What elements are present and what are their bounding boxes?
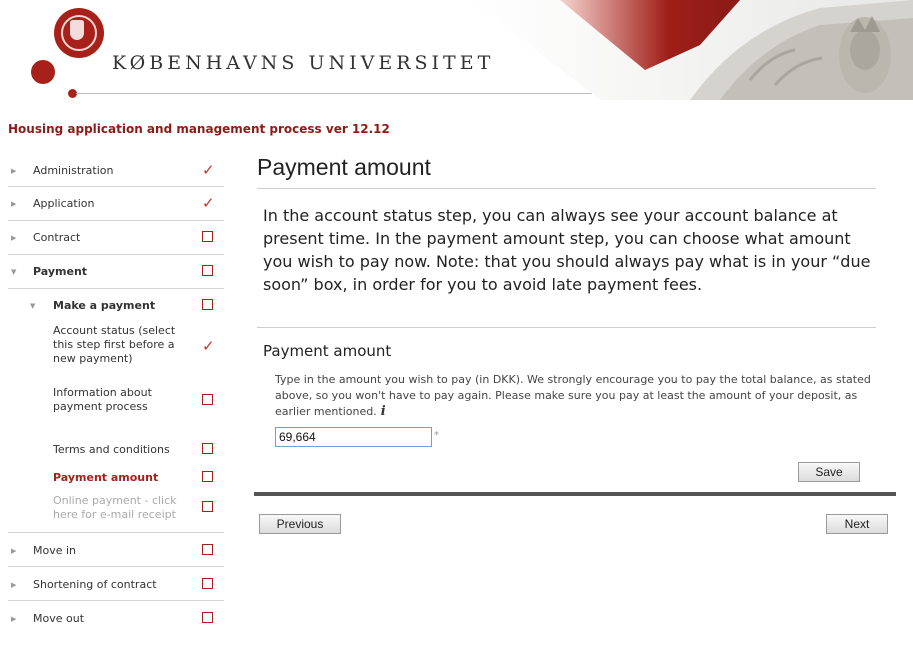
amount-help-text: Type in the amount you wish to pay (in D… <box>275 372 875 420</box>
chevron-right-icon: ▶ <box>11 547 17 555</box>
chevron-down-icon: ▼ <box>30 302 36 310</box>
payment-amount-input[interactable] <box>275 427 432 447</box>
sidebar-item-label: Administration <box>33 164 114 177</box>
empty-checkbox-icon <box>202 544 216 558</box>
university-name: KØBENHAVNS UNIVERSITET <box>112 52 495 74</box>
checkmark-icon: ✓ <box>202 194 215 212</box>
sidebar-item-move-out[interactable]: ▶ Move out <box>8 601 224 631</box>
empty-checkbox-icon <box>202 443 216 457</box>
sidebar-item-payment-amount[interactable]: Payment amount <box>8 468 224 489</box>
empty-checkbox-icon <box>202 471 216 485</box>
chevron-right-icon: ▶ <box>11 167 17 175</box>
decorative-dot-large <box>31 60 55 84</box>
checkmark-icon: ✓ <box>202 337 215 355</box>
sidebar-item-contract[interactable]: ▶ Contract <box>8 221 224 255</box>
sidebar-item-shortening-of-contract[interactable]: ▶ Shortening of contract <box>8 567 224 601</box>
sidebar-item-payment[interactable]: ▼ Payment <box>8 255 224 289</box>
sidebar-item-make-a-payment[interactable]: ▼ Make a payment <box>8 289 224 322</box>
empty-checkbox-icon <box>202 612 216 626</box>
sidebar-item-move-in[interactable]: ▶ Move in <box>8 533 224 567</box>
sidebar-item-label: Contract <box>33 231 81 244</box>
sidebar-item-label: Make a payment <box>53 299 156 312</box>
chevron-right-icon: ▶ <box>11 234 17 242</box>
info-icon[interactable]: i <box>381 404 386 419</box>
intro-text: In the account status step, you can alwa… <box>263 206 871 294</box>
checkmark-icon: ✓ <box>202 161 215 179</box>
sidebar-item-label: Payment amount <box>53 471 159 484</box>
next-button[interactable]: Next <box>826 514 888 534</box>
save-button[interactable]: Save <box>798 462 860 482</box>
title-divider <box>257 188 876 189</box>
sidebar-item-application[interactable]: ▶ Application ✓ <box>8 187 224 221</box>
chevron-down-icon: ▼ <box>11 268 17 276</box>
header: KØBENHAVNS UNIVERSITET <box>0 0 913 112</box>
page-title: Payment amount <box>257 154 431 180</box>
sidebar-item-label: Application <box>33 197 95 210</box>
sidebar-item-label: Payment <box>33 265 88 278</box>
intro-divider <box>257 327 876 328</box>
sidebar-nav: ▶ Administration ✓ ▶ Application ✓ ▶ Con… <box>8 154 224 631</box>
empty-checkbox-icon <box>202 265 216 279</box>
sidebar-item-label: Shortening of contract <box>33 578 157 591</box>
chevron-right-icon: ▶ <box>11 581 17 589</box>
sidebar-item-label: Move out <box>33 612 85 625</box>
previous-button[interactable]: Previous <box>259 514 341 534</box>
chevron-right-icon: ▶ <box>11 615 17 623</box>
chevron-right-icon: ▶ <box>11 200 17 208</box>
process-title: Housing application and management proce… <box>8 122 390 136</box>
empty-checkbox-icon <box>202 231 216 245</box>
amount-help-label: Type in the amount you wish to pay (in D… <box>275 373 871 418</box>
sidebar-item-account-status[interactable]: Account status (select this step first b… <box>8 322 224 378</box>
sidebar-item-information-about-payment-process[interactable]: Information about payment process <box>8 378 224 436</box>
empty-checkbox-icon <box>202 578 216 592</box>
required-marker: * <box>434 430 439 441</box>
empty-checkbox-icon <box>202 501 216 515</box>
sidebar-item-terms-and-conditions[interactable]: Terms and conditions <box>8 436 224 468</box>
university-seal-logo <box>54 8 104 58</box>
sidebar-item-label: Information about payment process <box>53 386 152 413</box>
sidebar-item-label: Online payment - click here for e-mail r… <box>53 494 177 521</box>
section-title: Payment amount <box>263 342 392 360</box>
sidebar-item-label: Move in <box>33 544 77 557</box>
empty-checkbox-icon <box>202 299 216 313</box>
header-banner-image <box>450 0 913 100</box>
sidebar-item-label: Terms and conditions <box>53 443 170 456</box>
sidebar-item-label: Account status (select this step first b… <box>53 324 176 365</box>
form-footer-bar <box>254 492 896 496</box>
empty-checkbox-icon <box>202 394 216 408</box>
sidebar-item-online-payment[interactable]: Online payment - click here for e-mail r… <box>8 489 224 533</box>
sidebar-item-administration[interactable]: ▶ Administration ✓ <box>8 154 224 187</box>
